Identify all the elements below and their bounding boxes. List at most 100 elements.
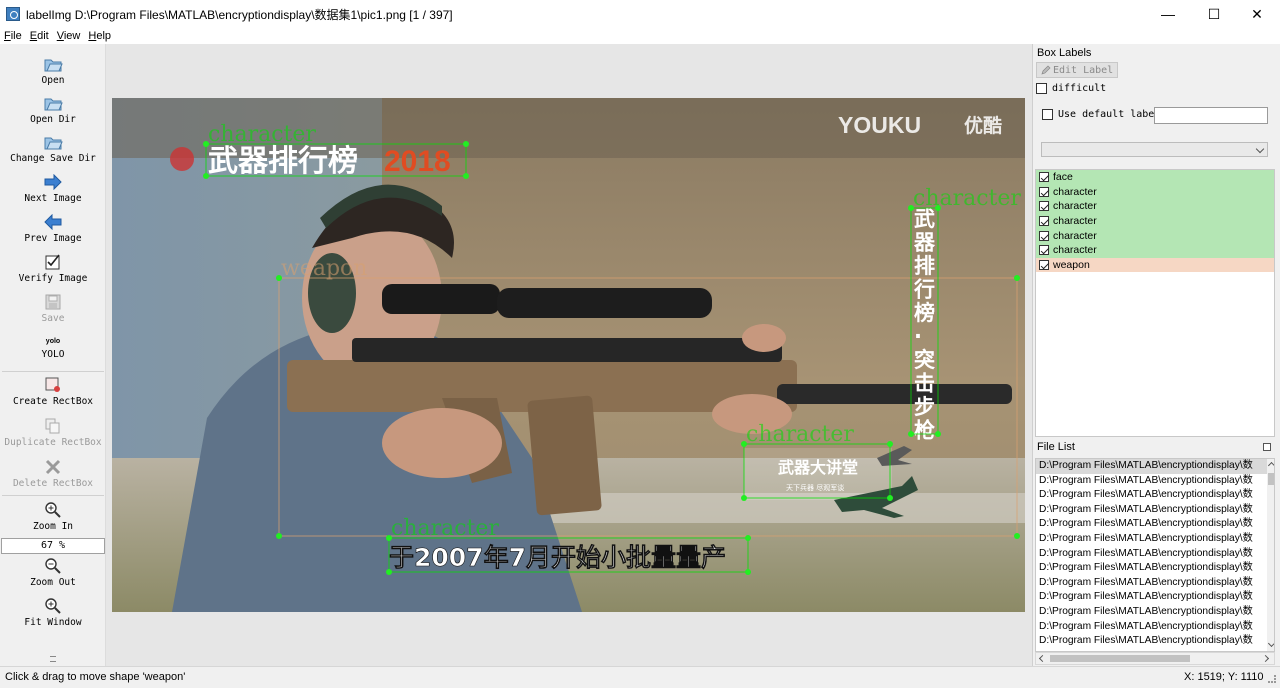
file-list-item[interactable]: D:\Program Files\MATLAB\encryptiondispla… — [1036, 503, 1274, 518]
scroll-up-icon[interactable] — [1267, 461, 1274, 470]
box-label-text: character — [391, 516, 499, 541]
file-list-item[interactable]: D:\Program Files\MATLAB\encryptiondispla… — [1036, 605, 1274, 620]
label-list-item[interactable]: face — [1036, 170, 1274, 185]
box-corner-handle — [386, 569, 392, 575]
use-default-label-row[interactable]: Use default label — [1042, 109, 1160, 120]
file-list-item[interactable]: D:\Program Files\MATLAB\encryptiondispla… — [1036, 474, 1274, 489]
scroll-down-icon[interactable] — [1267, 639, 1274, 648]
menu-view[interactable]: View — [53, 30, 85, 42]
default-label-input[interactable] — [1154, 107, 1268, 124]
badge-title: 武器大讲堂 — [778, 458, 858, 477]
box-corner-handle — [741, 495, 747, 501]
zoom-in-button[interactable]: Zoom In — [0, 500, 106, 532]
yolo-icon: yolo — [45, 337, 61, 345]
zoom-value-field[interactable]: 67 % — [1, 538, 105, 554]
label-visibility-checkbox[interactable] — [1039, 186, 1049, 197]
zoom-out-icon — [42, 556, 64, 576]
box-label-text: weapon — [281, 256, 367, 281]
toolbar-overflow-handle[interactable] — [50, 656, 56, 662]
box-corner-handle — [745, 569, 751, 575]
label-visibility-checkbox[interactable] — [1039, 259, 1049, 270]
open-dir-icon — [42, 93, 64, 113]
open-dir-button[interactable]: Open Dir — [0, 93, 106, 125]
box-label-text: character — [746, 422, 854, 447]
label-list[interactable]: face character character character character… — [1035, 169, 1275, 437]
duplicate-icon — [42, 416, 64, 436]
label-dropdown[interactable] — [1041, 142, 1268, 157]
label-visibility-checkbox[interactable] — [1039, 216, 1049, 227]
label-list-item[interactable]: character — [1036, 213, 1274, 229]
horizontal-scroll-thumb[interactable] — [1050, 655, 1190, 662]
label-list-item[interactable]: character — [1036, 228, 1274, 243]
file-list-item[interactable]: D:\Program Files\MATLAB\encryptiondispla… — [1036, 590, 1274, 605]
verify-image-button[interactable]: Verify Image — [0, 252, 106, 284]
vertical-caption-char: 榜 — [914, 301, 935, 325]
file-list-vertical-scrollbar[interactable] — [1267, 459, 1274, 651]
scroll-thumb[interactable] — [1268, 473, 1274, 485]
fit-window-button[interactable]: Fit Window — [0, 596, 106, 628]
label-visibility-checkbox[interactable] — [1039, 230, 1049, 241]
edit-label-button[interactable]: Edit Label — [1036, 62, 1118, 78]
file-list-item[interactable]: D:\Program Files\MATLAB\encryptiondispla… — [1036, 459, 1274, 474]
annotated-image[interactable]: YOUKU 优酷 武器排行榜 2018 武器排行榜 · 突击步枪 武器大讲堂 天下兵… — [112, 98, 1025, 612]
open-button[interactable]: Open — [0, 54, 106, 86]
file-list-item[interactable]: D:\Program Files\MATLAB\encryptiondispla… — [1036, 576, 1274, 591]
undock-icon[interactable] — [1263, 443, 1271, 451]
label-text: character — [1053, 185, 1097, 198]
difficult-checkbox-row[interactable]: difficult — [1036, 83, 1106, 94]
next-image-button[interactable]: Next Image — [0, 172, 106, 204]
vertical-caption-char: 器 — [913, 231, 936, 255]
change-save-dir-button[interactable]: Change Save Dir — [0, 132, 106, 164]
label-list-item[interactable]: weapon — [1036, 257, 1274, 273]
close-icon: ✕ — [1251, 5, 1263, 22]
scroll-left-icon[interactable] — [1038, 654, 1047, 663]
file-list-title: File List — [1037, 441, 1075, 453]
scroll-right-icon[interactable] — [1261, 654, 1270, 663]
menu-help[interactable]: Help — [84, 30, 115, 42]
difficult-checkbox[interactable] — [1036, 83, 1047, 94]
zoom-out-button[interactable]: Zoom Out — [0, 556, 106, 588]
box-corner-handle — [745, 535, 751, 541]
file-list[interactable]: D:\Program Files\MATLAB\encryptiondispla… — [1035, 458, 1275, 652]
menu-file[interactable]: File — [0, 30, 26, 42]
label-list-item[interactable]: character — [1036, 184, 1274, 200]
label-text: face — [1053, 171, 1073, 184]
file-list-item[interactable]: D:\Program Files\MATLAB\encryptiondispla… — [1036, 561, 1274, 576]
maximize-button[interactable]: ☐ — [1191, 0, 1237, 28]
resize-grip-icon[interactable] — [1268, 675, 1276, 683]
label-visibility-checkbox[interactable] — [1039, 201, 1049, 212]
label-visibility-checkbox[interactable] — [1039, 172, 1049, 183]
label-visibility-checkbox[interactable] — [1039, 245, 1049, 256]
badge-subtitle: 天下兵器 尽观军谈 — [786, 483, 844, 492]
box-corner-handle — [887, 441, 893, 447]
subtitle-caption: 于2007年7月开始小批量量产 — [389, 543, 726, 572]
menu-edit[interactable]: Edit — [26, 30, 53, 42]
prev-image-button[interactable]: Prev Image — [0, 212, 106, 244]
file-list-item[interactable]: D:\Program Files\MATLAB\encryptiondispla… — [1036, 532, 1274, 547]
create-rectbox-icon — [42, 375, 64, 395]
label-list-item[interactable]: character — [1036, 199, 1274, 214]
box-corner-handle — [276, 533, 282, 539]
file-list-item[interactable]: D:\Program Files\MATLAB\encryptiondispla… — [1036, 620, 1274, 635]
toolbar: Open Open Dir Change Save Dir Next Image… — [0, 44, 106, 666]
file-list-item[interactable]: D:\Program Files\MATLAB\encryptiondispla… — [1036, 488, 1274, 503]
file-list-item[interactable]: D:\Program Files\MATLAB\encryptiondispla… — [1036, 634, 1274, 649]
right-dock: Box Labels Edit Label difficult Use defa… — [1032, 44, 1280, 666]
duplicate-rectbox-button[interactable]: Duplicate RectBox — [0, 416, 106, 448]
annotation-canvas[interactable]: YOUKU 优酷 武器排行榜 2018 武器排行榜 · 突击步枪 武器大讲堂 天下兵… — [106, 44, 1032, 666]
delete-rectbox-button[interactable]: Delete RectBox — [0, 457, 106, 489]
label-list-item[interactable]: character — [1036, 242, 1274, 258]
yolo-format-button[interactable]: yolo YOLO — [0, 334, 106, 361]
file-list-item[interactable]: D:\Program Files\MATLAB\encryptiondispla… — [1036, 547, 1274, 562]
create-rectbox-button[interactable]: Create RectBox — [0, 375, 106, 407]
status-bar: Click & drag to move shape 'weapon' X: 1… — [0, 666, 1280, 688]
save-button[interactable]: Save — [0, 292, 106, 324]
box-labels-title: Box Labels — [1037, 47, 1092, 59]
use-default-label-checkbox[interactable] — [1042, 109, 1053, 120]
minimize-button[interactable]: — — [1145, 0, 1191, 28]
close-button[interactable]: ✕ — [1234, 0, 1280, 28]
box-corner-handle — [463, 173, 469, 179]
file-list-item[interactable]: D:\Program Files\MATLAB\encryptiondispla… — [1036, 517, 1274, 532]
weapon-logo-icon — [170, 147, 194, 171]
file-list-horizontal-scrollbar[interactable] — [1035, 652, 1275, 665]
